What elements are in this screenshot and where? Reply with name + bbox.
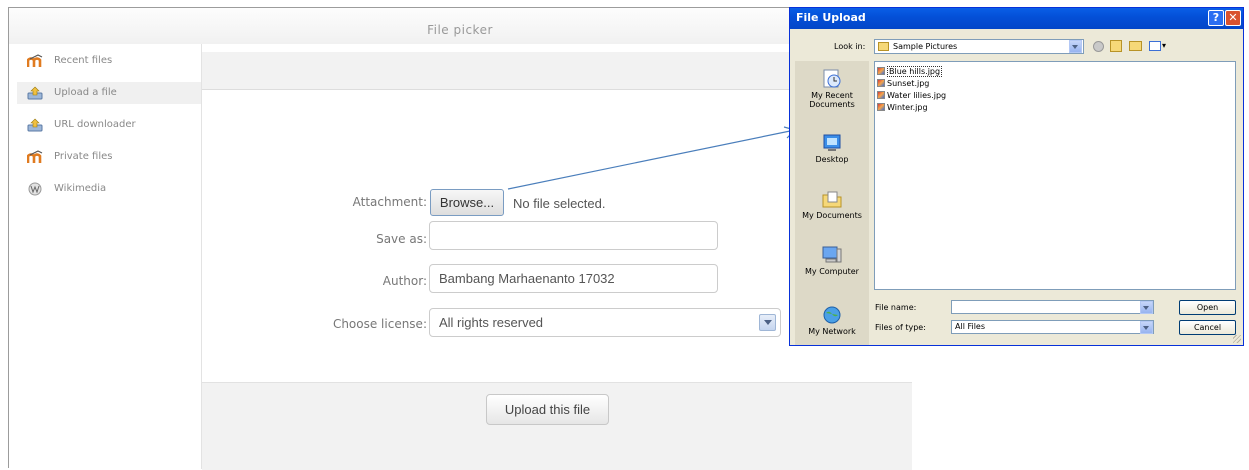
file-list: Blue hills.jpg Sunset.jpg Water lilies.j… xyxy=(874,61,1236,290)
up-folder-icon[interactable] xyxy=(1110,40,1122,52)
my-documents-icon xyxy=(821,189,843,209)
place-label: My Documents xyxy=(802,211,862,220)
files-of-type-label: Files of type: xyxy=(875,323,926,332)
desktop-icon xyxy=(821,133,843,153)
jpg-file-icon xyxy=(877,79,885,87)
jpg-file-icon xyxy=(877,103,885,111)
look-in-value: Sample Pictures xyxy=(893,42,958,51)
place-label: Desktop xyxy=(815,155,849,164)
place-my-computer[interactable]: My Computer xyxy=(795,245,869,276)
places-bar: My Recent Documents Desktop My Documents… xyxy=(795,61,869,345)
back-icon[interactable] xyxy=(1093,41,1104,52)
file-name: Water lilies.jpg xyxy=(887,91,947,100)
look-in-label: Look in: xyxy=(834,42,866,51)
files-of-type-value: All Files xyxy=(955,322,986,331)
file-upload-dialog: File Upload ? ✕ Look in: Sample Pictures… xyxy=(789,7,1244,346)
file-name: Sunset.jpg xyxy=(887,79,930,88)
dialog-title: File Upload xyxy=(796,11,866,24)
jpg-file-icon xyxy=(877,91,885,99)
dialog-titlebar: File Upload ? ✕ xyxy=(790,8,1243,29)
resize-grip[interactable] xyxy=(1233,335,1241,343)
my-computer-icon xyxy=(821,245,843,265)
file-item[interactable]: Blue hills.jpg xyxy=(877,66,943,77)
new-folder-icon[interactable] xyxy=(1129,41,1142,51)
file-name-label: File name: xyxy=(875,303,917,312)
file-name-input[interactable] xyxy=(951,300,1154,314)
cancel-button[interactable]: Cancel xyxy=(1179,320,1236,335)
jpg-file-icon xyxy=(877,67,885,75)
open-button[interactable]: Open xyxy=(1179,300,1236,315)
place-label: My Recent Documents xyxy=(809,91,855,109)
recent-documents-icon xyxy=(821,69,843,89)
chevron-down-icon xyxy=(1140,301,1153,314)
place-desktop[interactable]: Desktop xyxy=(795,133,869,164)
help-icon[interactable]: ? xyxy=(1208,10,1224,26)
file-item[interactable]: Winter.jpg xyxy=(877,102,928,113)
file-name: Winter.jpg xyxy=(887,103,928,112)
files-of-type-select[interactable]: All Files xyxy=(951,320,1154,334)
place-label: My Computer xyxy=(805,267,859,276)
file-item[interactable]: Sunset.jpg xyxy=(877,78,929,89)
place-label: My Network xyxy=(808,327,856,336)
chevron-down-icon xyxy=(1069,40,1082,53)
place-my-network[interactable]: My Network xyxy=(795,305,869,336)
file-item[interactable]: Water lilies.jpg xyxy=(877,90,946,101)
view-menu-arrow-icon[interactable]: ▾ xyxy=(1162,41,1166,50)
view-menu-icon[interactable] xyxy=(1149,41,1161,51)
look-in-select[interactable]: Sample Pictures xyxy=(874,39,1084,54)
chevron-down-icon xyxy=(1140,321,1153,334)
my-network-icon xyxy=(821,305,843,325)
file-name: Blue hills.jpg xyxy=(887,66,943,77)
place-my-documents[interactable]: My Documents xyxy=(795,189,869,220)
close-icon[interactable]: ✕ xyxy=(1225,10,1241,26)
place-my-recent-documents[interactable]: My Recent Documents xyxy=(795,69,869,109)
folder-icon xyxy=(878,42,889,51)
